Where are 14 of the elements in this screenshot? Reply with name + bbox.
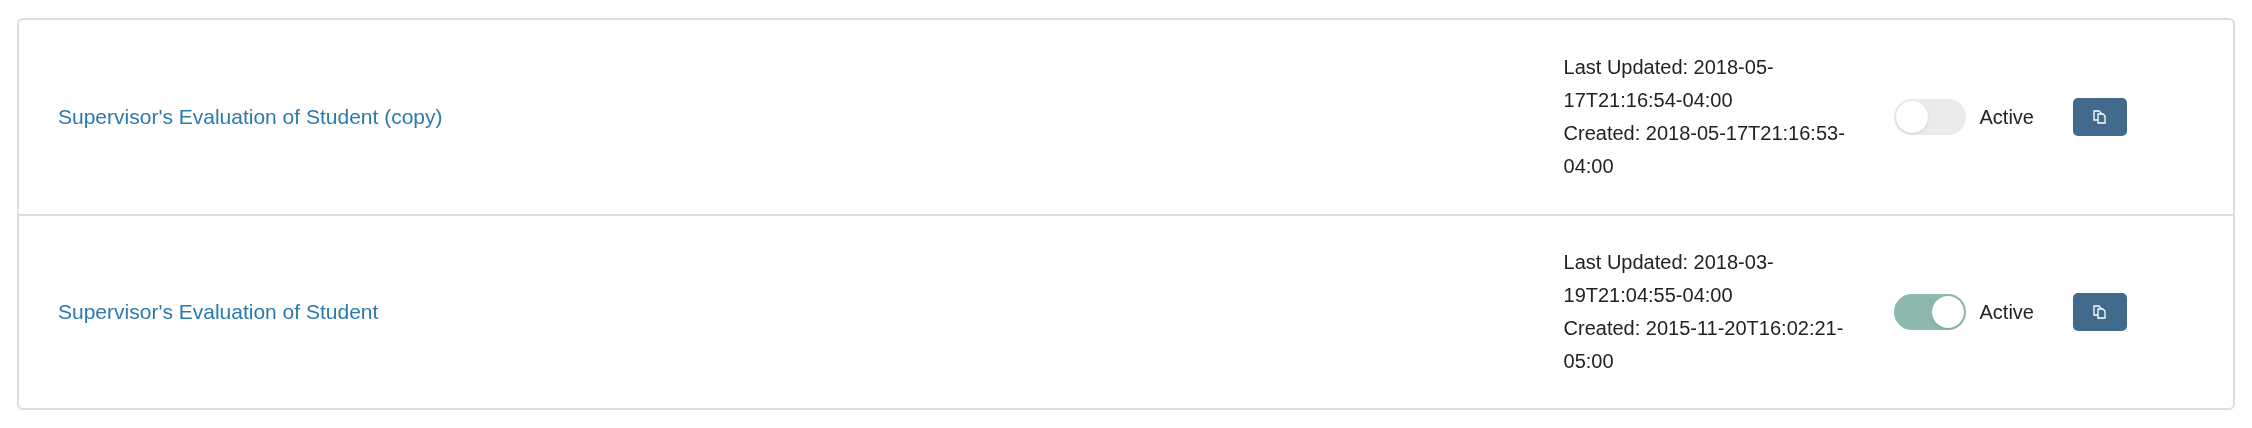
- form-title-link[interactable]: Supervisor's Evaluation of Student: [58, 296, 379, 328]
- created-text: Created: 2018-05-17T21:16:53-04:00: [1563, 121, 1846, 179]
- last-updated-text: Last Updated: 2018-03-19T21:04:55-04:00: [1563, 250, 1775, 308]
- copy-button[interactable]: [2073, 293, 2127, 331]
- active-toggle[interactable]: [1893, 294, 1966, 330]
- copy-button[interactable]: [2073, 98, 2127, 136]
- form-title-link[interactable]: Supervisor's Evaluation of Student (copy): [58, 101, 443, 133]
- active-label: Active: [1979, 105, 2034, 130]
- active-toggle[interactable]: [1893, 99, 1966, 135]
- copy-icon: [2092, 304, 2108, 320]
- created-text: Created: 2015-11-20T16:02:21-05:00: [1563, 316, 1845, 374]
- active-label: Active: [1979, 300, 2034, 325]
- copy-icon: [2092, 109, 2108, 125]
- last-updated-text: Last Updated: 2018-05-17T21:16:54-04:00: [1563, 55, 1775, 113]
